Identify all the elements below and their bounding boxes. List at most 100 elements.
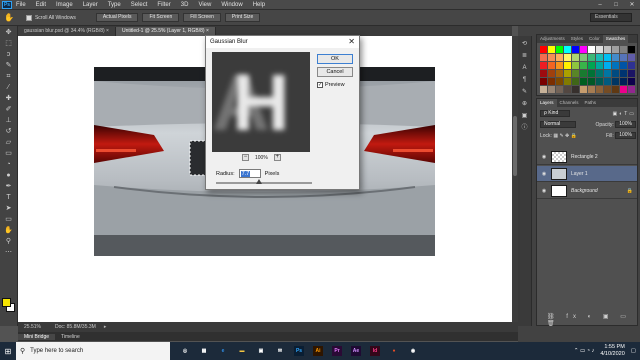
color-swatch[interactable] xyxy=(588,62,595,69)
clone-source-panel-icon[interactable]: ⊕ xyxy=(521,101,529,108)
menu-select[interactable]: Select xyxy=(131,2,148,8)
menu-type[interactable]: Type xyxy=(108,2,121,8)
layer-row[interactable]: ◉ Rectangle 2 xyxy=(537,149,637,165)
maximize-button[interactable]: □ xyxy=(608,0,624,10)
fill-input[interactable]: 100% xyxy=(615,132,636,140)
notifications-icon[interactable]: ▢ xyxy=(631,348,636,354)
taskbar-app-icon[interactable]: Pr xyxy=(329,342,345,360)
color-swatch[interactable] xyxy=(596,78,603,85)
zoom-tool-icon[interactable]: ⚲ xyxy=(4,238,14,246)
foreground-color-swatch[interactable] xyxy=(2,298,11,307)
taskbar-app-icon[interactable]: Ae xyxy=(348,342,364,360)
blur-tool-icon[interactable]: ◔ xyxy=(4,161,14,169)
tab-paths[interactable]: Paths xyxy=(582,99,600,107)
eyedropper-tool-icon[interactable]: ⁄ xyxy=(4,84,14,92)
color-swatch[interactable] xyxy=(548,70,555,77)
color-swatch[interactable] xyxy=(572,62,579,69)
menu-view[interactable]: View xyxy=(198,2,211,8)
gradient-tool-icon[interactable]: ▭ xyxy=(4,150,14,158)
color-swatch[interactable] xyxy=(612,54,619,61)
layer-actions-bar[interactable]: ⛓ fx ◐ ▣ ▭ 🗑 xyxy=(547,313,637,327)
tab-timeline[interactable]: Timeline xyxy=(55,334,86,340)
color-swatch[interactable] xyxy=(604,62,611,69)
color-swatch[interactable] xyxy=(580,62,587,69)
tab-mini-bridge[interactable]: Mini Bridge xyxy=(18,333,56,340)
color-swatch[interactable] xyxy=(564,78,571,85)
taskbar-app-icon[interactable]: e xyxy=(215,342,231,360)
color-swatch[interactable] xyxy=(580,46,587,53)
zoom-out-button[interactable]: − xyxy=(242,154,249,161)
color-swatch[interactable] xyxy=(588,78,595,85)
color-swatch[interactable] xyxy=(620,62,627,69)
color-swatch[interactable] xyxy=(612,86,619,93)
color-swatch[interactable] xyxy=(612,46,619,53)
layer-kind-filter[interactable]: ρ Kind xyxy=(540,110,570,117)
taskbar-app-icon[interactable]: Ps xyxy=(291,342,307,360)
radius-value[interactable]: 7.7 xyxy=(240,171,251,177)
color-swatch[interactable] xyxy=(628,70,635,77)
taskbar-app-icon[interactable]: ▦ xyxy=(196,342,212,360)
ok-button[interactable]: OK xyxy=(317,54,353,64)
color-swatch[interactable] xyxy=(596,54,603,61)
preview-check-icon[interactable]: ✓ xyxy=(317,82,323,88)
brush-panel-icon[interactable]: ✎ xyxy=(521,89,529,96)
close-window-button[interactable]: ✕ xyxy=(624,0,640,10)
tab-untitled-1[interactable]: Untitled-1 @ 25.5% (Layer 1, RGB/8) × xyxy=(115,27,216,36)
move-tool-icon[interactable]: ✥ xyxy=(4,29,14,37)
menu-image[interactable]: Image xyxy=(56,2,73,8)
color-swatch[interactable] xyxy=(540,78,547,85)
history-panel-icon[interactable]: ⟲ xyxy=(521,41,529,48)
lock-icons[interactable]: ▦ ✎ ✥ 🔒 xyxy=(553,133,577,139)
visibility-eye-icon[interactable]: ◉ xyxy=(540,154,548,160)
menu-file[interactable]: File xyxy=(16,2,26,8)
color-swatch[interactable] xyxy=(604,78,611,85)
dialog-close-button[interactable]: ✕ xyxy=(348,36,355,48)
color-swatch[interactable] xyxy=(596,86,603,93)
color-swatch[interactable] xyxy=(580,54,587,61)
color-swatch[interactable] xyxy=(604,54,611,61)
color-swatch[interactable] xyxy=(564,54,571,61)
workspace-select[interactable]: Essentials xyxy=(590,13,632,22)
menu-edit[interactable]: Edit xyxy=(36,2,46,8)
scroll-all-windows-checkbox[interactable]: Scroll All Windows xyxy=(25,14,76,21)
taskbar-app-icon[interactable]: ◉ xyxy=(405,342,421,360)
color-swatch[interactable] xyxy=(596,46,603,53)
zoom-level[interactable]: 25.51% xyxy=(18,324,47,330)
color-swatch[interactable] xyxy=(540,62,547,69)
pen-tool-icon[interactable]: ✒ xyxy=(4,183,14,191)
taskbar-app-icon[interactable]: Id xyxy=(367,342,383,360)
color-swatch[interactable] xyxy=(628,78,635,85)
color-swatch[interactable] xyxy=(548,62,555,69)
crop-tool-icon[interactable]: ⌗ xyxy=(4,73,14,81)
color-swatch[interactable] xyxy=(604,70,611,77)
color-swatch[interactable] xyxy=(596,70,603,77)
color-swatch[interactable] xyxy=(580,78,587,85)
tab-color[interactable]: Color xyxy=(586,35,603,43)
preview-checkbox[interactable]: ✓ Preview xyxy=(317,82,345,88)
color-swatch[interactable] xyxy=(612,70,619,77)
lasso-tool-icon[interactable]: ↄ xyxy=(4,51,14,59)
radius-slider-track[interactable] xyxy=(216,182,312,184)
color-swatch[interactable] xyxy=(620,70,627,77)
actual-pixels-button[interactable]: Actual Pixels xyxy=(95,13,139,22)
color-swatch[interactable] xyxy=(540,54,547,61)
marquee-tool-icon[interactable]: ⬚ xyxy=(4,40,14,48)
menu-window[interactable]: Window xyxy=(221,2,242,8)
taskbar-app-icon[interactable]: ✉ xyxy=(272,342,288,360)
menu-filter[interactable]: Filter xyxy=(157,2,170,8)
color-swatch[interactable] xyxy=(556,86,563,93)
color-swatch[interactable] xyxy=(556,62,563,69)
color-swatch[interactable] xyxy=(564,46,571,53)
color-swatch[interactable] xyxy=(628,86,635,93)
tab-layers[interactable]: Layers xyxy=(537,99,557,107)
taskbar-app-icon[interactable]: ▬ xyxy=(234,342,250,360)
tab-gaussian-blur-psd[interactable]: gaussian blur.psd @ 34.4% (RGB/8) × xyxy=(18,27,116,36)
fill-screen-button[interactable]: Fill Screen xyxy=(183,13,221,22)
color-swatch[interactable] xyxy=(596,62,603,69)
tab-styles[interactable]: Styles xyxy=(568,35,586,43)
visibility-eye-icon[interactable]: ◉ xyxy=(540,188,548,194)
color-swatch[interactable] xyxy=(612,78,619,85)
color-swatch[interactable] xyxy=(588,86,595,93)
color-swatch[interactable] xyxy=(564,70,571,77)
color-swatch[interactable] xyxy=(540,46,547,53)
